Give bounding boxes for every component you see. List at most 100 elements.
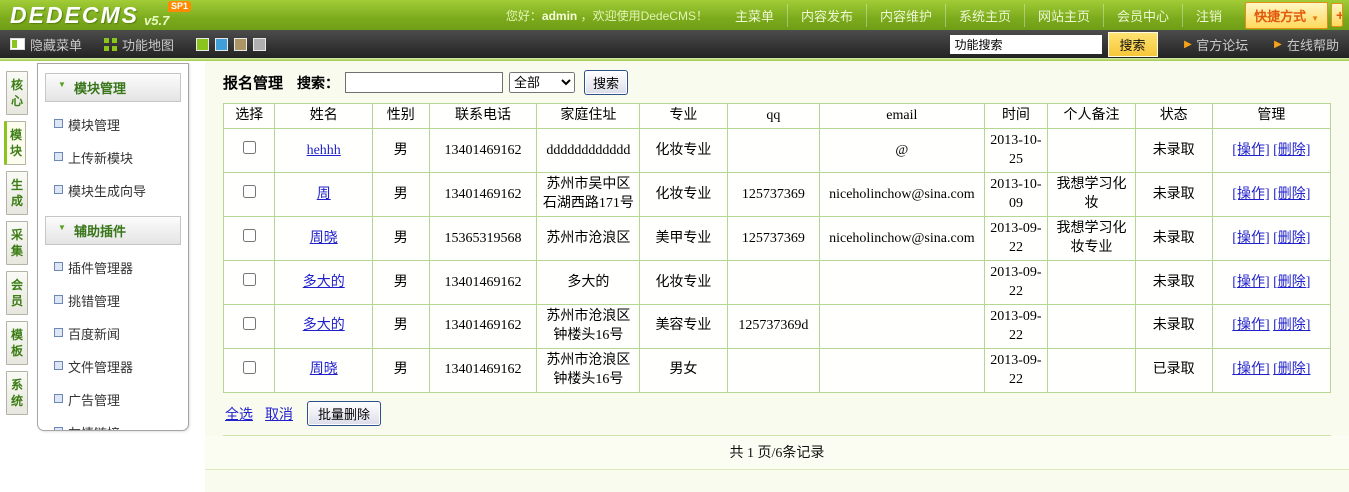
row-checkbox[interactable] (243, 141, 256, 154)
batch-delete-button[interactable]: 批量删除 (307, 401, 381, 426)
topbar-menu-item[interactable]: 会员中心 (1103, 4, 1182, 27)
cell-major: 美甲专业 (640, 217, 727, 261)
cell-phone: 13401469162 (429, 305, 537, 349)
row-name-link[interactable]: 多大的 (303, 318, 345, 333)
cancel-select-link[interactable]: 取消 (265, 404, 293, 424)
cell-phone: 13401469162 (429, 261, 537, 305)
sidebar-item[interactable]: 上传新模块 (38, 141, 188, 174)
row-delete-link[interactable]: [删除] (1273, 275, 1310, 290)
sidebar-item[interactable]: 挑错管理 (38, 284, 188, 317)
cell-email: @ (820, 129, 984, 173)
column-header: email (820, 104, 984, 129)
sidebar-item[interactable]: 友情链接 (38, 416, 188, 431)
filter-select[interactable]: 全部 (509, 72, 575, 93)
function-search-input[interactable] (950, 35, 1102, 54)
sidebar-item[interactable]: 模块生成向导 (38, 174, 188, 207)
logo-text: DEDECMS (10, 2, 139, 29)
add-shortcut-button[interactable]: + (1331, 3, 1343, 27)
rail-tab-system[interactable]: 系统 (6, 371, 28, 415)
cell-qq: 125737369 (727, 173, 820, 217)
search-label: 搜索： (297, 73, 339, 93)
topbar-menu-item[interactable]: 主菜单 (722, 4, 787, 27)
row-checkbox[interactable] (243, 317, 256, 330)
sidebar-item[interactable]: 百度新闻 (38, 317, 188, 350)
hide-menu-button[interactable]: 隐藏菜单 (10, 35, 82, 54)
row-checkbox[interactable] (243, 229, 256, 242)
rail-tab-module[interactable]: 模块 (4, 121, 26, 165)
sidebar-item[interactable]: 文件管理器 (38, 350, 188, 383)
row-delete-link[interactable]: [删除] (1273, 318, 1310, 333)
theme-swatch-3[interactable] (253, 38, 266, 51)
row-operate-link[interactable]: [操作] (1232, 275, 1269, 290)
cell-email (820, 305, 984, 349)
sidebar-group-header[interactable]: 模块管理 (45, 73, 181, 102)
row-delete-link[interactable]: [删除] (1273, 362, 1310, 377)
rail-tab-core[interactable]: 核心 (6, 71, 28, 115)
column-header: qq (727, 104, 820, 129)
rail-tab-generate[interactable]: 生成 (6, 171, 28, 215)
cell-date: 2013-09-22 (984, 349, 1048, 393)
content-area: 核心模块生成采集会员模板系统 模块管理模块管理上传新模块模块生成向导辅助插件插件… (0, 61, 1349, 492)
row-name-link[interactable]: 周晓 (310, 231, 338, 246)
speaker-icon: ◀ (1274, 39, 1282, 50)
row-name-link[interactable]: 周 (317, 187, 331, 202)
sidebar-item[interactable]: 广告管理 (38, 383, 188, 416)
theme-swatch-0[interactable] (196, 38, 209, 51)
rail-tab-member[interactable]: 会员 (6, 271, 28, 315)
column-header: 性别 (373, 104, 430, 129)
function-map-button[interactable]: 功能地图 (104, 35, 174, 54)
row-operate-link[interactable]: [操作] (1232, 362, 1269, 377)
official-forum-link[interactable]: ◀官方论坛 (1184, 35, 1249, 54)
row-name-link[interactable]: 多大的 (303, 275, 345, 290)
cell-date: 2013-10-25 (984, 129, 1048, 173)
row-delete-link[interactable]: [删除] (1273, 187, 1310, 202)
select-all-link[interactable]: 全选 (225, 404, 253, 424)
cell-qq (727, 349, 820, 393)
row-name-link[interactable]: hehhh (307, 143, 341, 158)
forum-label: 官方论坛 (1196, 35, 1248, 54)
table-row: 周晓 男 13401469162 苏州市沧浪区钟楼头16号 男女 2013-09… (224, 349, 1331, 393)
row-checkbox[interactable] (243, 273, 256, 286)
search-input[interactable] (345, 72, 503, 93)
cell-select (224, 217, 275, 261)
theme-swatch-2[interactable] (234, 38, 247, 51)
rail-tab-template[interactable]: 模板 (6, 321, 28, 365)
greeting-prefix: 您好： (506, 9, 542, 23)
cell-email: niceholinchow@sina.com (820, 217, 984, 261)
module-rail: 核心模块生成采集会员模板系统 (2, 71, 30, 415)
rail-tab-collect[interactable]: 采集 (6, 221, 28, 265)
chevron-down-icon: ▼ (1311, 14, 1319, 23)
topbar-menu-item[interactable]: 内容发布 (787, 4, 866, 27)
sidebar-group-header[interactable]: 辅助插件 (45, 216, 181, 245)
cell-note (1048, 305, 1135, 349)
row-operate-link[interactable]: [操作] (1232, 231, 1269, 246)
search-button[interactable]: 搜索 (584, 70, 628, 95)
main-panel: 报名管理 搜索： 全部 搜索 选择姓名性别联系电话家庭住址专业qqemail时间… (205, 61, 1349, 492)
row-delete-link[interactable]: [删除] (1273, 143, 1310, 158)
topbar-menu-item[interactable]: 系统主页 (945, 4, 1024, 27)
cell-address: 苏州市沧浪区 (537, 217, 640, 261)
row-operate-link[interactable]: [操作] (1232, 318, 1269, 333)
row-checkbox[interactable] (243, 185, 256, 198)
sidebar-item-label: 模块生成向导 (68, 184, 146, 199)
row-operate-link[interactable]: [操作] (1232, 143, 1269, 158)
topbar-menu-item[interactable]: 内容维护 (866, 4, 945, 27)
theme-swatch-1[interactable] (215, 38, 228, 51)
row-operate-link[interactable]: [操作] (1232, 187, 1269, 202)
online-help-link[interactable]: ◀在线帮助 (1274, 35, 1339, 54)
cell-actions: [操作] [删除] (1212, 261, 1330, 305)
row-delete-link[interactable]: [删除] (1273, 231, 1310, 246)
cell-address: 苏州市沧浪区钟楼头16号 (537, 305, 640, 349)
table-row: 周晓 男 15365319568 苏州市沧浪区 美甲专业 125737369 n… (224, 217, 1331, 261)
row-checkbox[interactable] (243, 361, 256, 374)
topbar-menu-item[interactable]: 网站主页 (1024, 4, 1103, 27)
column-header: 姓名 (275, 104, 373, 129)
shortcut-button[interactable]: 快捷方式▼ (1245, 2, 1328, 29)
theme-swatches (196, 38, 266, 51)
sidebar-item[interactable]: 模块管理 (38, 108, 188, 141)
row-name-link[interactable]: 周晓 (310, 362, 338, 377)
sidebar-item[interactable]: 插件管理器 (38, 251, 188, 284)
cell-note: 我想学习化妆专业 (1048, 217, 1135, 261)
topbar-menu-item[interactable]: 注销 (1182, 4, 1235, 27)
toolbar-search-button[interactable]: 搜索 (1108, 32, 1158, 57)
